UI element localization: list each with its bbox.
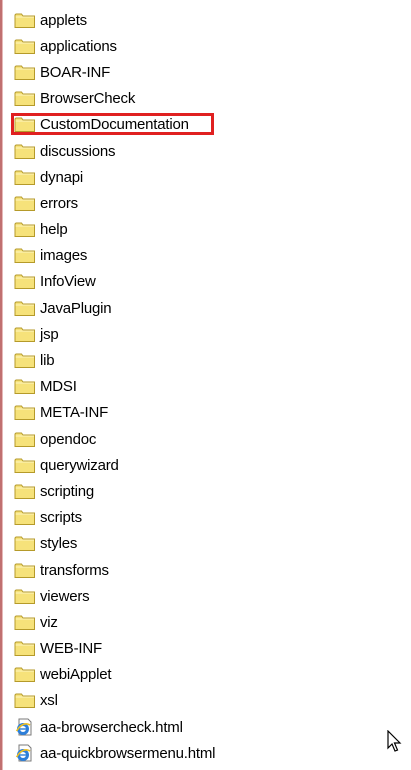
folder-icon: [13, 246, 37, 266]
file-list: applets applications BOAR-INF BrowserCheck C…: [11, 7, 215, 766]
file-item-label: aa-quickbrowsermenu.html: [40, 744, 216, 762]
folder-icon: [13, 272, 37, 292]
file-item[interactable]: aa-quickbrowsermenu.html: [13, 740, 215, 766]
folder-item[interactable]: transforms: [13, 557, 215, 583]
folder-item[interactable]: xsl: [13, 688, 215, 714]
folder-item-label: MDSI: [40, 378, 77, 396]
folder-item-label: jsp: [40, 325, 59, 343]
folder-icon: [13, 691, 37, 711]
folder-icon: [13, 403, 37, 423]
folder-item-label: querywizard: [40, 456, 119, 474]
folder-icon: [13, 534, 37, 554]
folder-item-label: scripting: [40, 482, 95, 500]
folder-item-label: lib: [40, 352, 55, 370]
folder-item-label: META-INF: [40, 404, 109, 422]
folder-item-label: BOAR-INF: [40, 63, 111, 81]
folder-icon: [13, 455, 37, 475]
folder-icon: [13, 560, 37, 580]
folder-item[interactable]: CustomDocumentation: [11, 112, 215, 138]
folder-item[interactable]: images: [13, 243, 215, 269]
folder-item[interactable]: help: [13, 217, 215, 243]
folder-item-label: images: [40, 247, 88, 265]
folder-icon: [13, 167, 37, 187]
folder-item[interactable]: JavaPlugin: [13, 295, 215, 321]
folder-item-label: JavaPlugin: [40, 299, 112, 317]
folder-icon: [13, 351, 37, 371]
folder-item[interactable]: querywizard: [13, 452, 215, 478]
folder-item-label: styles: [40, 535, 78, 553]
folder-icon: [13, 586, 37, 606]
folder-item-label: viewers: [40, 587, 90, 605]
file-item[interactable]: aa-browsercheck.html: [13, 714, 215, 740]
folder-item[interactable]: lib: [13, 347, 215, 373]
folder-item[interactable]: jsp: [13, 321, 215, 347]
folder-item-label: discussions: [40, 142, 116, 160]
highlight-box: [11, 112, 214, 135]
mouse-pointer-icon: [387, 729, 403, 759]
folder-item-label: InfoView: [40, 273, 96, 291]
folder-item[interactable]: dynapi: [13, 164, 215, 190]
folder-item-label: dynapi: [40, 168, 84, 186]
folder-icon: [13, 377, 37, 397]
folder-item[interactable]: scripting: [13, 478, 215, 504]
folder-icon: [13, 481, 37, 501]
folder-icon: [13, 89, 37, 109]
folder-item[interactable]: META-INF: [13, 400, 215, 426]
folder-item[interactable]: applets: [13, 7, 215, 33]
file-item-label: aa-browsercheck.html: [40, 718, 183, 736]
folder-icon: [13, 62, 37, 82]
ie-html-icon: [13, 743, 37, 763]
folder-item-label: applets: [40, 11, 87, 29]
window-left-border: [0, 0, 5, 770]
folder-icon: [13, 193, 37, 213]
folder-item-label: opendoc: [40, 430, 97, 448]
folder-item-label: errors: [40, 194, 78, 212]
folder-item[interactable]: discussions: [13, 138, 215, 164]
folder-item-label: WEB-INF: [40, 640, 102, 658]
folder-item-label: scripts: [40, 509, 82, 527]
folder-icon: [13, 639, 37, 659]
folder-icon: [13, 429, 37, 449]
folder-icon: [13, 36, 37, 56]
folder-icon: [13, 220, 37, 240]
ie-html-icon: [13, 717, 37, 737]
folder-item-label: viz: [40, 613, 58, 631]
folder-item-label: help: [40, 221, 68, 239]
folder-item[interactable]: BrowserCheck: [13, 86, 215, 112]
folder-icon: [13, 324, 37, 344]
folder-item-label: xsl: [40, 692, 58, 710]
folder-item-label: applications: [40, 37, 117, 55]
folder-icon: [13, 10, 37, 30]
folder-item-label: BrowserCheck: [40, 90, 136, 108]
folder-item[interactable]: InfoView: [13, 269, 215, 295]
folder-item[interactable]: WEB-INF: [13, 636, 215, 662]
folder-icon: [13, 508, 37, 528]
folder-icon: [13, 141, 37, 161]
folder-item[interactable]: opendoc: [13, 426, 215, 452]
folder-item[interactable]: applications: [13, 33, 215, 59]
folder-item[interactable]: viz: [13, 609, 215, 635]
folder-icon: [13, 665, 37, 685]
folder-item[interactable]: styles: [13, 531, 215, 557]
folder-item[interactable]: MDSI: [13, 374, 215, 400]
folder-item[interactable]: scripts: [13, 505, 215, 531]
folder-icon: [13, 298, 37, 318]
folder-item[interactable]: errors: [13, 190, 215, 216]
folder-item-label: webiApplet: [40, 666, 112, 684]
folder-item[interactable]: BOAR-INF: [13, 59, 215, 85]
folder-icon: [13, 612, 37, 632]
folder-item[interactable]: viewers: [13, 583, 215, 609]
folder-item-label: transforms: [40, 561, 109, 579]
folder-item[interactable]: webiApplet: [13, 662, 215, 688]
